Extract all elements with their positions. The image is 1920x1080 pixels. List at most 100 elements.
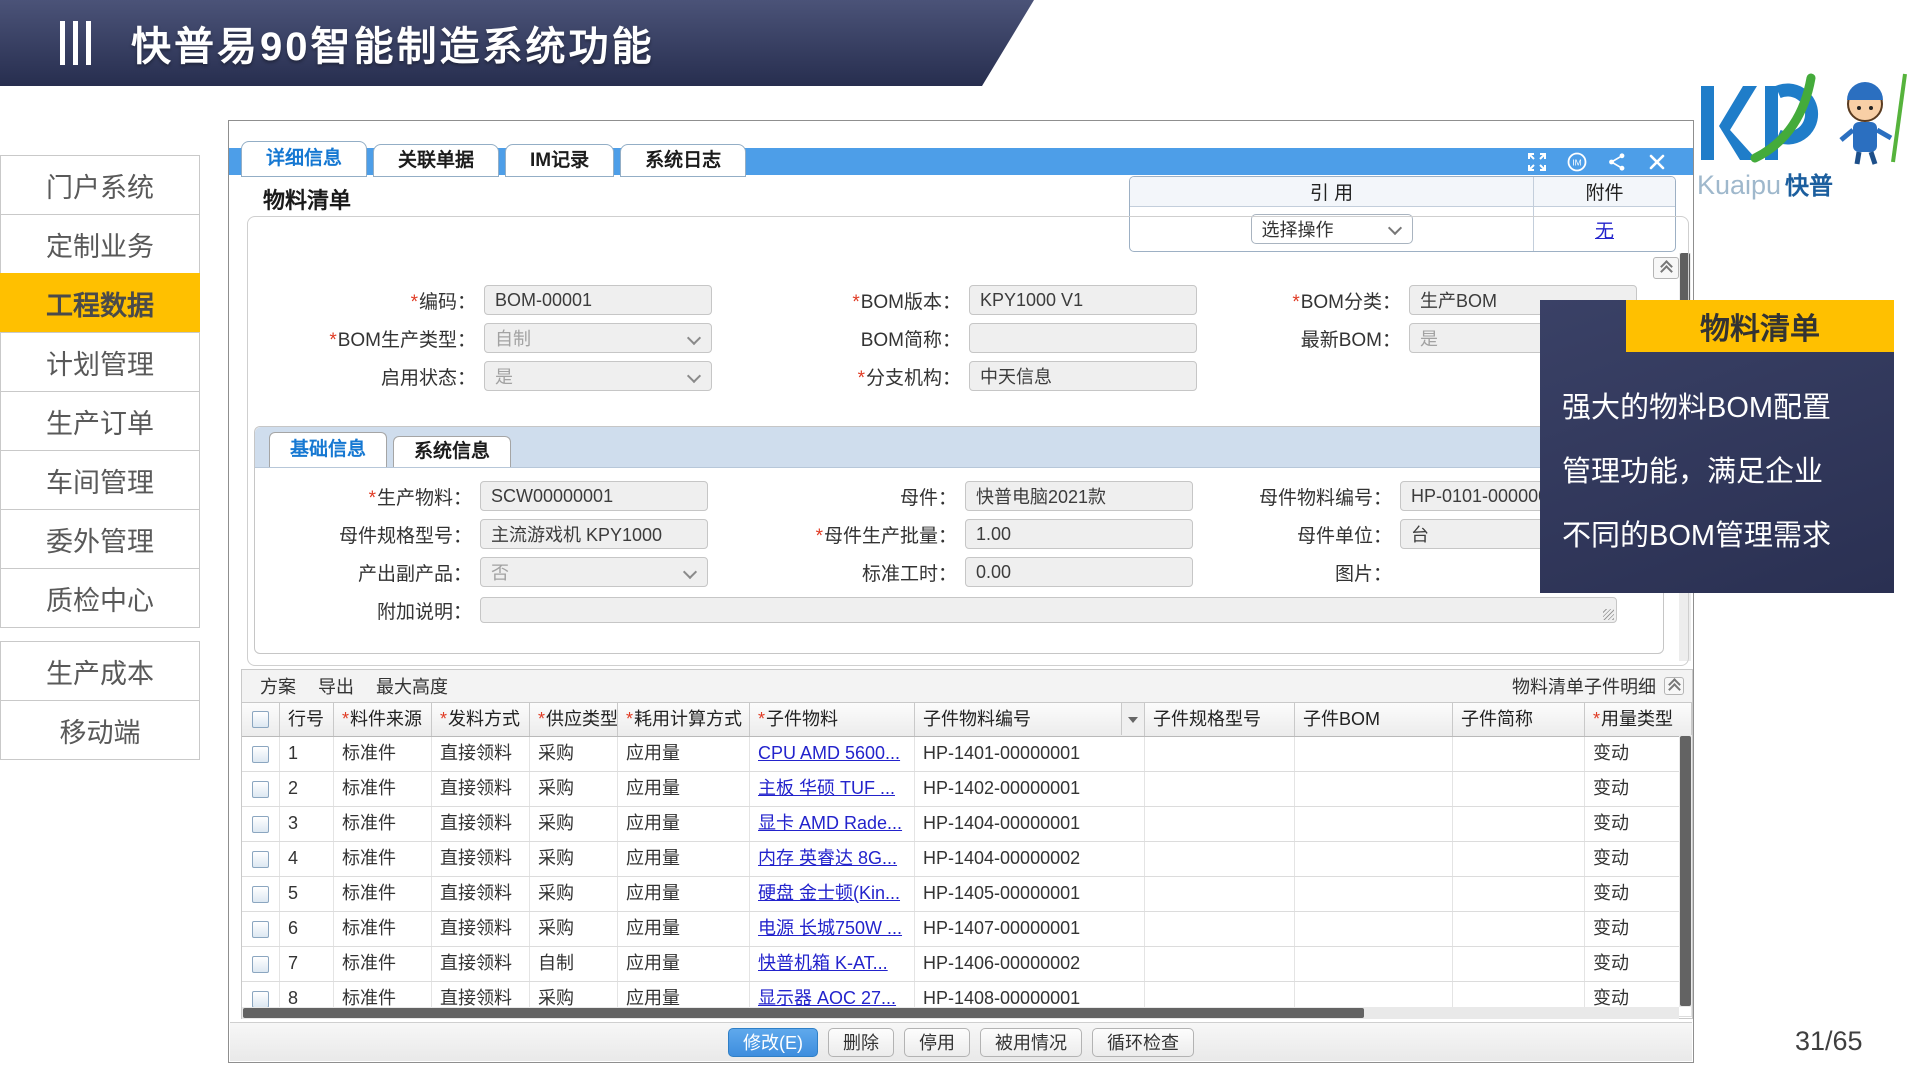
share-icon[interactable] — [1607, 152, 1627, 172]
row-checkbox[interactable] — [252, 886, 269, 903]
select-field[interactable]: 是 — [484, 361, 712, 391]
sidebar-item[interactable]: 移动端 — [0, 700, 200, 760]
sidebar-item[interactable]: 定制业务 — [0, 214, 200, 274]
column-header[interactable]: 子件物料编号 — [915, 703, 1145, 736]
column-header[interactable]: 子件简称 — [1453, 703, 1585, 736]
footer-button[interactable]: 删除 — [828, 1028, 894, 1057]
input-field[interactable]: SCW00000001 — [480, 481, 708, 511]
filter-dropdown-icon[interactable] — [1121, 703, 1144, 735]
table-cell — [1453, 737, 1585, 771]
table-cell — [1145, 842, 1295, 876]
window-tab[interactable]: IM记录 — [505, 144, 614, 177]
table-cell — [1295, 807, 1453, 841]
footer-button[interactable]: 修改(E) — [728, 1028, 818, 1057]
column-header[interactable]: *耗用计算方式 — [618, 703, 750, 736]
sidebar-item[interactable]: 门户系统 — [0, 155, 200, 215]
input-field[interactable] — [969, 323, 1197, 353]
sidebar-item[interactable]: 车间管理 — [0, 450, 200, 510]
column-header[interactable]: 子件BOM — [1295, 703, 1453, 736]
table-vertical-scrollbar[interactable] — [1679, 735, 1692, 1007]
footer-button[interactable]: 循环检查 — [1092, 1028, 1194, 1057]
table-cell: HP-1402-00000001 — [915, 772, 1145, 806]
im-icon[interactable]: IM — [1567, 152, 1587, 172]
table-cell — [1145, 772, 1295, 806]
column-header[interactable]: *用量类型 — [1585, 703, 1692, 736]
window-tab[interactable]: 详细信息 — [241, 141, 367, 177]
row-checkbox[interactable] — [252, 851, 269, 868]
collapse-detail-button[interactable] — [1664, 677, 1684, 695]
scrollbar-thumb[interactable] — [243, 1008, 1364, 1018]
row-checkbox[interactable] — [252, 921, 269, 938]
column-header[interactable]: 子件规格型号 — [1145, 703, 1295, 736]
column-header[interactable]: *子件物料 — [750, 703, 915, 736]
table-cell — [1453, 877, 1585, 911]
input-field[interactable]: 1.00 — [965, 519, 1193, 549]
sidebar-item[interactable]: 质检中心 — [0, 568, 200, 628]
input-field[interactable]: 中天信息 — [969, 361, 1197, 391]
table-cell: 直接领料 — [432, 947, 530, 981]
inner-tab[interactable]: 基础信息 — [269, 432, 387, 467]
field-label: 母件物料编号： — [1205, 483, 1400, 510]
input-field[interactable]: 主流游戏机 KPY1000 — [480, 519, 708, 549]
row-checkbox[interactable] — [252, 991, 269, 1008]
input-field[interactable]: 0.00 — [965, 557, 1193, 587]
table-cell: 变动 — [1585, 807, 1692, 841]
expand-icon[interactable] — [1527, 152, 1547, 172]
row-checkbox[interactable] — [252, 956, 269, 973]
column-header[interactable]: *供应类型 — [530, 703, 618, 736]
subitem-link[interactable]: CPU AMD 5600... — [750, 737, 915, 771]
mascot-icon — [1841, 74, 1905, 164]
footer-button[interactable]: 停用 — [904, 1028, 970, 1057]
select-field[interactable]: 自制 — [484, 323, 712, 353]
sidebar-item[interactable]: 计划管理 — [0, 332, 200, 392]
subitem-link[interactable]: 硬盘 金士顿(Kin... — [750, 877, 915, 911]
table-cell: HP-1401-00000001 — [915, 737, 1145, 771]
subitem-link[interactable]: 显卡 AMD Rade... — [750, 807, 915, 841]
subitem-link[interactable]: 主板 华硕 TUF ... — [750, 772, 915, 806]
feature-callout: 物料清单 强大的物料BOM配置管理功能，满足企业不同的BOM管理需求 — [1540, 300, 1894, 593]
input-field[interactable]: 快普电脑2021款 — [965, 481, 1193, 511]
form-row: 附加说明： — [265, 591, 1655, 629]
table-cell: 标准件 — [334, 807, 432, 841]
select-field[interactable]: 否 — [480, 557, 708, 587]
table-cell: 变动 — [1585, 842, 1692, 876]
toolbar-link[interactable]: 最大高度 — [376, 673, 448, 699]
table-cell: 应用量 — [618, 737, 750, 771]
input-field[interactable]: BOM-00001 — [484, 285, 712, 315]
sidebar-item[interactable]: 委外管理 — [0, 509, 200, 569]
input-field[interactable]: KPY1000 V1 — [969, 285, 1197, 315]
subitem-link[interactable]: 内存 英睿达 8G... — [750, 842, 915, 876]
column-header[interactable]: 行号 — [280, 703, 334, 736]
table-cell — [1145, 947, 1295, 981]
scrollbar-thumb[interactable] — [1680, 736, 1691, 1006]
table-cell: 直接领料 — [432, 807, 530, 841]
resize-grip-icon[interactable] — [1603, 609, 1614, 620]
column-header[interactable]: *发料方式 — [432, 703, 530, 736]
field-label: 产出副产品： — [265, 559, 480, 586]
column-header[interactable]: *料件来源 — [334, 703, 432, 736]
sidebar-item[interactable]: 生产成本 — [0, 641, 200, 701]
basic-info-form: *生产物料：SCW00000001母件：快普电脑2021款母件物料编号：HP-0… — [265, 477, 1655, 629]
row-checkbox[interactable] — [252, 746, 269, 763]
footer-button[interactable]: 被用情况 — [980, 1028, 1082, 1057]
row-checkbox[interactable] — [252, 781, 269, 798]
inner-tab[interactable]: 系统信息 — [393, 436, 511, 467]
close-icon[interactable] — [1647, 152, 1667, 172]
bom-window: 详细信息关联单据IM记录系统日志 IM 物料清单 引 用 附件 选择操作 — [228, 120, 1694, 1063]
toolbar-link[interactable]: 方案 — [260, 673, 296, 699]
select-all-checkbox[interactable] — [252, 711, 269, 728]
table-horizontal-scrollbar[interactable] — [242, 1007, 1679, 1019]
table-cell: 采购 — [530, 877, 618, 911]
window-tab[interactable]: 系统日志 — [620, 144, 746, 177]
input-field[interactable] — [480, 597, 1617, 623]
subitem-link[interactable]: 电源 长城750W ... — [750, 912, 915, 946]
sidebar-item[interactable]: 生产订单 — [0, 391, 200, 451]
sidebar-item[interactable]: 工程数据 — [0, 273, 200, 333]
window-tab[interactable]: 关联单据 — [373, 144, 499, 177]
toolbar-link[interactable]: 导出 — [318, 673, 354, 699]
table-row: 2标准件直接领料采购应用量主板 华硕 TUF ...HP-1402-000000… — [242, 772, 1692, 807]
slide-title: 快普易90智能制造系统功能 — [131, 14, 655, 72]
callout-body: 强大的物料BOM配置管理功能，满足企业不同的BOM管理需求 — [1562, 376, 1884, 568]
subitem-link[interactable]: 快普机箱 K-AT... — [750, 947, 915, 981]
row-checkbox[interactable] — [252, 816, 269, 833]
